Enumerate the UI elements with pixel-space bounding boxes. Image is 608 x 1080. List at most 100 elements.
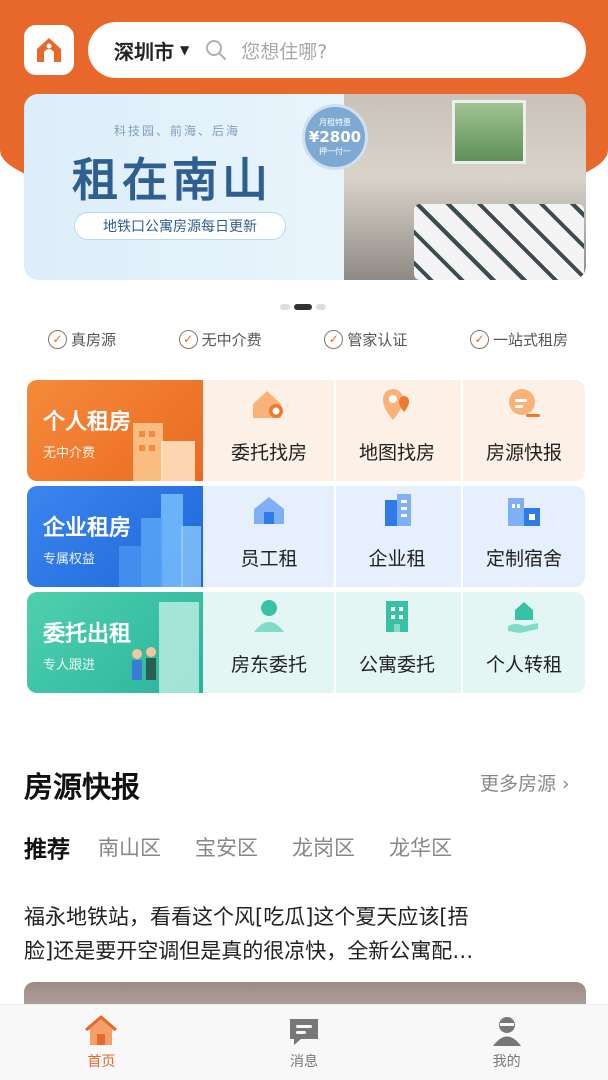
- service-label: 地图找房: [358, 442, 435, 464]
- profile-icon: [492, 1017, 521, 1046]
- feature-label: 真房源: [71, 330, 117, 349]
- banner-window: [452, 100, 526, 164]
- home-icon: [85, 1015, 118, 1045]
- hand-house-icon: [508, 602, 538, 633]
- tab-longhua[interactable]: 龙华区: [389, 832, 452, 862]
- search-icon: [206, 40, 227, 60]
- carousel-dot[interactable]: [316, 304, 326, 310]
- service-grid: 个人租房 无中介费 委托找房 地图找房 房源快报 企业租房 专属权益 员工租 企…: [27, 380, 585, 693]
- listing-post[interactable]: 福永地铁站，看看这个风[吃瓜]这个夏天应该[捂 脸]还是要开空调但是真的很凉快，…: [24, 900, 584, 968]
- price-badge: 月租特惠 ¥2800 押一付一: [302, 104, 368, 170]
- service-map-find[interactable]: 地图找房: [334, 380, 458, 481]
- tabbar-label: 首页: [87, 1054, 116, 1070]
- city-selector[interactable]: 深圳市: [114, 36, 174, 65]
- post-text-line: 脸]还是要开空调但是真的很凉快，全新公寓配…: [24, 939, 474, 963]
- service-entrust-find[interactable]: 委托找房: [207, 380, 331, 481]
- tabbar-label: 消息: [290, 1054, 318, 1070]
- tab-baoan[interactable]: 宝安区: [195, 832, 258, 862]
- more-listings-link[interactable]: 更多房源 ›: [480, 769, 570, 796]
- service-landlord-entrust[interactable]: 房东委托: [207, 592, 331, 693]
- check-icon: ✓: [469, 329, 489, 349]
- bottom-tab-bar: 首页 消息 我的: [0, 1004, 608, 1080]
- card-subtitle: 专属权益: [43, 552, 96, 567]
- building-icon: [385, 494, 411, 526]
- service-label: 员工租: [240, 548, 298, 570]
- tab-longgang[interactable]: 龙岗区: [292, 832, 355, 862]
- feature-label: 无中介费: [201, 330, 262, 349]
- news-icon: [509, 389, 540, 417]
- message-icon: [290, 1019, 318, 1045]
- service-label: 定制宿舍: [485, 548, 562, 570]
- enterprise-rent-card[interactable]: 企业租房 专属权益: [27, 486, 203, 587]
- tabbar-label: 我的: [492, 1054, 521, 1070]
- banner-tagline: 地铁口公寓房源每日更新: [74, 212, 286, 240]
- service-label: 房东委托: [230, 654, 307, 676]
- carousel-indicator: [280, 304, 326, 310]
- service-label: 委托找房: [230, 442, 307, 464]
- service-enterprise-rent[interactable]: 企业租: [334, 486, 458, 587]
- banner-bed: [414, 204, 584, 280]
- feature-item: ✓ 无中介费: [178, 326, 262, 352]
- service-news[interactable]: 房源快报: [461, 380, 585, 481]
- check-icon: ✓: [324, 329, 344, 349]
- service-label: 个人转租: [485, 654, 562, 676]
- service-label: 房源快报: [485, 442, 562, 464]
- banner-subtitle: 科技园、前海、后海: [114, 124, 241, 138]
- map-pin-icon: [383, 389, 409, 420]
- dorm-icon: [508, 498, 540, 526]
- feature-item: ✓ 真房源: [48, 326, 116, 352]
- feature-label: 管家认证: [347, 330, 408, 349]
- banner-room-photo: [344, 94, 586, 280]
- tab-nanshan[interactable]: 南山区: [98, 832, 161, 862]
- service-row-landlord: 委托出租 专人跟进 房东委托 公寓委托 个人转租: [27, 592, 585, 693]
- feature-label: 一站式租房: [492, 330, 568, 349]
- carousel-dot-active[interactable]: [294, 304, 312, 310]
- card-title: 委托出租: [43, 622, 132, 647]
- apartment-icon: [386, 601, 408, 632]
- tabbar-home[interactable]: 首页: [0, 1005, 203, 1080]
- card-title: 个人租房: [43, 410, 132, 435]
- badge-label: 月租特惠: [319, 118, 351, 127]
- more-listings-label: 更多房源: [480, 773, 557, 795]
- person-icon: [254, 600, 284, 632]
- house-search-icon: [253, 391, 283, 418]
- service-apartment-entrust[interactable]: 公寓委托: [334, 592, 458, 693]
- service-row-personal: 个人租房 无中介费 委托找房 地图找房 房源快报: [27, 380, 585, 481]
- tabbar-messages[interactable]: 消息: [203, 1005, 406, 1080]
- handshake-illustration: [132, 602, 199, 693]
- section-title: 房源快报: [24, 770, 141, 804]
- tab-recommended[interactable]: 推荐: [24, 830, 70, 864]
- header: 深圳市 ▼ 您想住哪?: [24, 22, 586, 78]
- service-custom-dorm[interactable]: 定制宿舍: [461, 486, 585, 587]
- logo-icon: [37, 38, 61, 62]
- chevron-right-icon: ›: [556, 773, 570, 795]
- post-text-line: 福永地铁站，看看这个风[吃瓜]这个夏天应该[捂: [24, 905, 469, 929]
- district-tabs: 推荐 南山区 宝安区 龙岗区 龙华区: [24, 830, 486, 864]
- service-label: 企业租: [368, 548, 426, 570]
- carousel-dot[interactable]: [280, 304, 290, 310]
- feature-item: ✓ 一站式租房: [469, 326, 568, 352]
- check-icon: ✓: [178, 329, 198, 349]
- personal-rent-card[interactable]: 个人租房 无中介费: [27, 380, 203, 481]
- search-bar[interactable]: 深圳市 ▼ 您想住哪?: [88, 22, 586, 78]
- card-subtitle: 无中介费: [43, 446, 96, 461]
- check-icon: ✓: [48, 329, 67, 349]
- badge-terms: 押一付一: [319, 147, 351, 156]
- banner-title: 租在南山: [72, 153, 272, 207]
- feature-list: ✓ 真房源 ✓ 无中介费 ✓ 管家认证 ✓ 一站式租房: [48, 326, 568, 352]
- service-sublet[interactable]: 个人转租: [461, 592, 585, 693]
- feature-item: ✓ 管家认证: [324, 326, 407, 352]
- promo-banner[interactable]: 科技园、前海、后海 租在南山 地铁口公寓房源每日更新 月租特惠 ¥2800 押一…: [24, 94, 586, 280]
- badge-price: ¥2800: [308, 128, 362, 146]
- card-title: 企业租房: [43, 516, 132, 541]
- house-icon: [254, 497, 284, 524]
- service-employee-rent[interactable]: 员工租: [207, 486, 331, 587]
- caret-down-icon: ▼: [180, 43, 190, 57]
- card-subtitle: 专人跟进: [43, 658, 96, 673]
- service-label: 公寓委托: [358, 654, 435, 676]
- building-illustration: [133, 423, 195, 481]
- search-input[interactable]: 您想住哪?: [241, 37, 327, 64]
- entrust-rent-card[interactable]: 委托出租 专人跟进: [27, 592, 203, 693]
- app-logo[interactable]: [24, 25, 74, 75]
- tabbar-profile[interactable]: 我的: [405, 1005, 608, 1080]
